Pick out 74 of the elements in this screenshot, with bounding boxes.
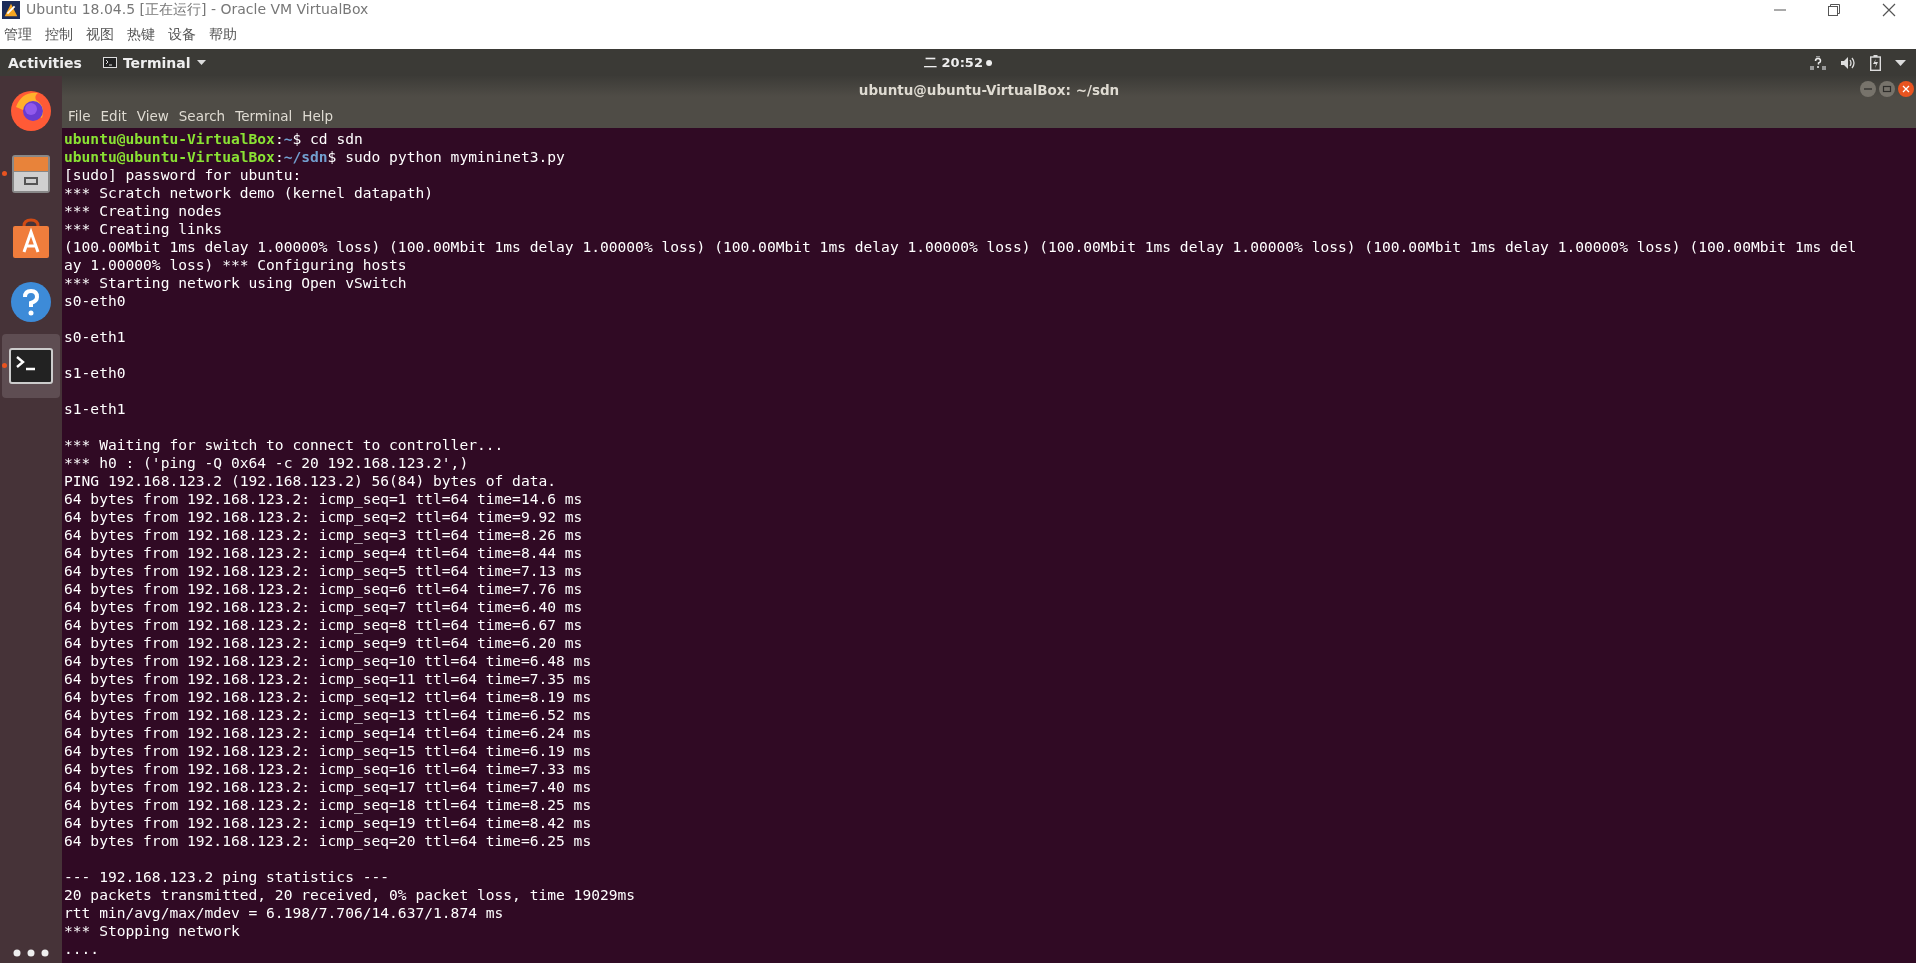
notification-dot-icon [985, 59, 992, 66]
output-line: *** Stopping network [64, 922, 241, 940]
output-line: rtt min/avg/max/mdev = 6.198/7.706/14.637/1.874 ms [64, 904, 505, 922]
output-line: [sudo] password for ubuntu: [64, 166, 303, 184]
output-line: .... [64, 940, 101, 958]
menu-item[interactable]: File [68, 108, 91, 124]
caret-icon [196, 60, 206, 65]
terminal-title: ubuntu@ubuntu-VirtualBox: ~/sdn [858, 82, 1120, 98]
output-line: 64 bytes from 192.168.123.2: icmp_seq=11 ttl=64 time=7.35 ms [64, 670, 593, 688]
output-line: 64 bytes from 192.168.123.2: icmp_seq=20 ttl=64 time=6.25 ms [64, 832, 593, 852]
running-indicator-icon [2, 363, 7, 368]
clock[interactable]: 二 20:52 [924, 53, 983, 72]
output-line: 64 bytes from 192.168.123.2: icmp_seq=9 ttl=64 time=6.20 ms [64, 634, 584, 652]
caret-icon[interactable] [1895, 59, 1906, 66]
output-line: 64 bytes from 192.168.123.2: icmp_seq=14 ttl=64 time=6.24 ms [64, 724, 593, 742]
battery-icon[interactable] [1870, 54, 1881, 71]
output-line: 64 bytes from 192.168.123.2: icmp_seq=7 ttl=64 time=6.40 ms [64, 598, 584, 616]
output-line: s1-eth0 [64, 364, 127, 383]
menu-item[interactable]: 视图 [86, 25, 114, 44]
terminal-icon[interactable] [9, 348, 53, 384]
output-line: --- 192.168.123.2 ping statistics --- [64, 868, 391, 886]
output-line: s0-eth1 [64, 328, 127, 347]
window-title: Ubuntu 18.04.5 [正在运行] - Oracle VM VirtualBox [26, 1, 369, 19]
output-line: 64 bytes from 192.168.123.2: icmp_seq=17 ttl=64 time=7.40 ms [64, 778, 593, 796]
output-line: *** Scratch network demo (kernel datapath) [64, 184, 435, 202]
output-line: 64 bytes from 192.168.123.2: icmp_seq=13 ttl=64 time=6.52 ms [64, 706, 593, 724]
output-line: 64 bytes from 192.168.123.2: icmp_seq=4 ttl=64 time=8.44 ms [64, 544, 584, 562]
menu-item[interactable]: 热键 [127, 25, 155, 44]
output-line: 64 bytes from 192.168.123.2: icmp_seq=19 ttl=64 time=8.42 ms [64, 814, 593, 832]
menu-item[interactable]: Terminal [235, 108, 293, 124]
output-line: 64 bytes from 192.168.123.2: icmp_seq=18 ttl=64 time=8.25 ms [64, 796, 593, 814]
prompt-line: ubuntu@ubuntu-VirtualBox:~$ cd sdn [64, 130, 364, 148]
output-line: 64 bytes from 192.168.123.2: icmp_seq=15 ttl=64 time=6.19 ms [64, 742, 593, 760]
output-line: 64 bytes from 192.168.123.2: icmp_seq=12 ttl=64 time=8.19 ms [64, 688, 593, 706]
prompt-line: ubuntu@ubuntu-VirtualBox:~/sdn$ sudo python mymininet3.py [64, 148, 566, 166]
output-line: *** Waiting for switch to connect to controller... [64, 436, 505, 454]
menu-item[interactable]: Help [302, 108, 334, 124]
output-line: 64 bytes from 192.168.123.2: icmp_seq=1 ttl=64 time=14.6 ms [64, 490, 584, 508]
activities-button[interactable]: Activities [0, 54, 90, 71]
output-line: PING 192.168.123.2 (192.168.123.2) 56(84) bytes of data. [64, 472, 558, 490]
menu-item[interactable]: 管理 [4, 25, 32, 44]
output-line: 64 bytes from 192.168.123.2: icmp_seq=10 ttl=64 time=6.48 ms [64, 652, 593, 670]
menu-item[interactable]: 控制 [45, 25, 73, 44]
output-line: 64 bytes from 192.168.123.2: icmp_seq=2 ttl=64 time=9.92 ms [64, 508, 584, 526]
menu-item[interactable]: View [136, 108, 169, 124]
output-line: *** h0 : ('ping -Q 0x64 -c 20 192.168.123.2',) [64, 454, 470, 472]
output-line: 64 bytes from 192.168.123.2: icmp_seq=8 ttl=64 time=6.67 ms [64, 616, 584, 634]
file-cabinet-icon[interactable] [9, 152, 53, 196]
help-icon[interactable] [9, 280, 53, 324]
terminal-icon [102, 57, 117, 68]
output-line: 64 bytes from 192.168.123.2: icmp_seq=3 ttl=64 time=8.26 ms [64, 526, 584, 544]
output-line: 64 bytes from 192.168.123.2: icmp_seq=5 ttl=64 time=7.13 ms [64, 562, 584, 580]
output-line: ay 1.00000% loss) *** Configuring hosts [64, 256, 408, 274]
menu-item[interactable]: 帮助 [209, 25, 237, 44]
network-icon[interactable] [1810, 55, 1826, 70]
output-line: 20 packets transmitted, 20 received, 0% packet loss, time 19029ms [64, 886, 637, 904]
output-line: (100.00Mbit 1ms delay 1.00000% loss) (100.00Mbit 1ms delay 1.00000% loss) (100.00Mbit 1ms delay 1.00000% loss) (100.00Mbit 1ms delay 1.00000% loss) (100.00Mbit 1ms delay 1.00000% loss) (100.00Mbit 1ms del [64, 238, 1858, 256]
output-line: *** Starting network using Open vSwitch [64, 274, 408, 292]
close-icon[interactable] [1898, 81, 1914, 97]
menu-item[interactable]: Search [178, 108, 226, 124]
menu-item[interactable]: 设备 [168, 25, 196, 44]
output-line: s1-eth1 [64, 400, 127, 419]
output-line: *** Creating links [64, 220, 224, 238]
app-menu[interactable]: Terminal [102, 54, 206, 71]
volume-icon[interactable] [1840, 55, 1856, 70]
restore-icon[interactable] [1828, 4, 1840, 16]
menu-item[interactable]: Edit [100, 108, 127, 124]
show-apps-icon[interactable] [11, 949, 51, 957]
output-line: s0-eth0 [64, 292, 127, 311]
output-line: 64 bytes from 192.168.123.2: icmp_seq=6 ttl=64 time=7.76 ms [64, 580, 584, 598]
output-line: 64 bytes from 192.168.123.2: icmp_seq=16 ttl=64 time=7.33 ms [64, 760, 593, 778]
running-indicator-icon [2, 171, 7, 176]
close-icon[interactable] [1882, 3, 1896, 17]
output-line: *** Creating nodes [64, 202, 224, 220]
